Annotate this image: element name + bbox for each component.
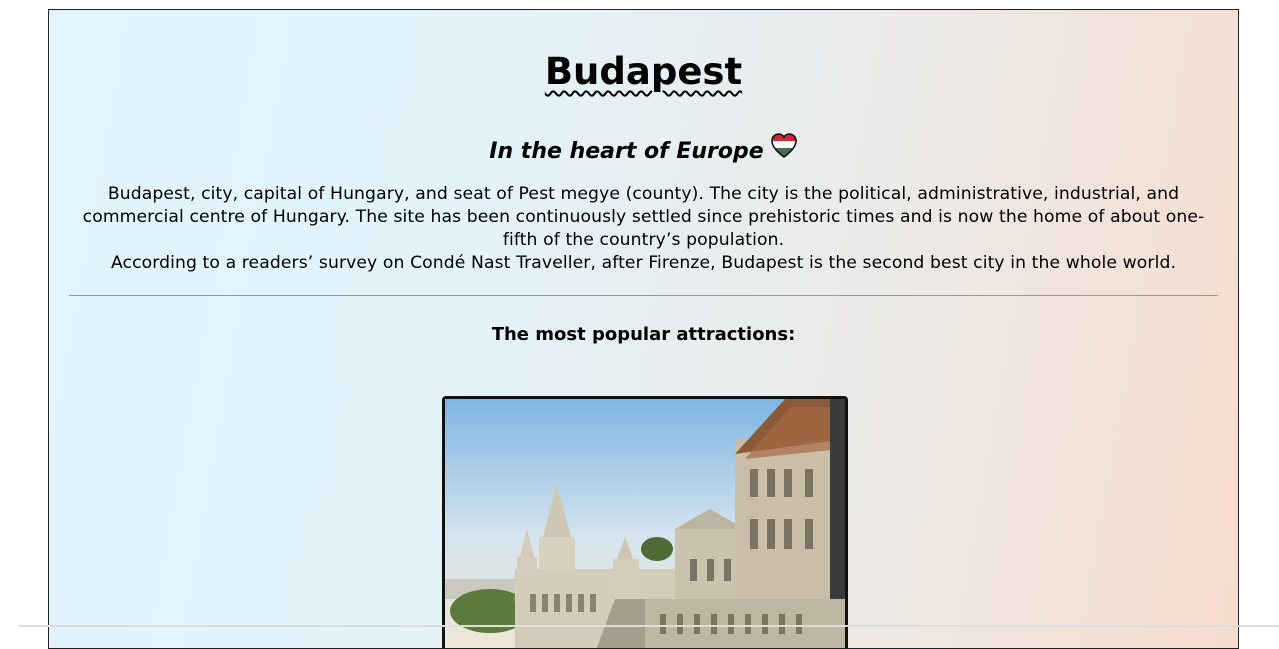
page-title: Budapest [544,50,743,93]
intro-paragraph-2: According to a readers’ survey on Condé … [110,253,1177,273]
intro-paragraph-1: Budapest, city, capital of Hungary, and … [82,184,1205,250]
subtitle-text: In the heart of Europe [489,139,764,164]
section-divider [69,295,1218,296]
hungarian-flag-heart-icon [770,132,798,160]
page-container: Budapest In the heart of Europe Budapest… [48,9,1239,649]
fishermans-bastion-photo [442,396,848,648]
page-subtitle: In the heart of Europe [49,132,1238,168]
intro-text: Budapest, city, capital of Hungary, and … [79,183,1208,275]
attractions-heading: The most popular attractions: [491,324,796,345]
